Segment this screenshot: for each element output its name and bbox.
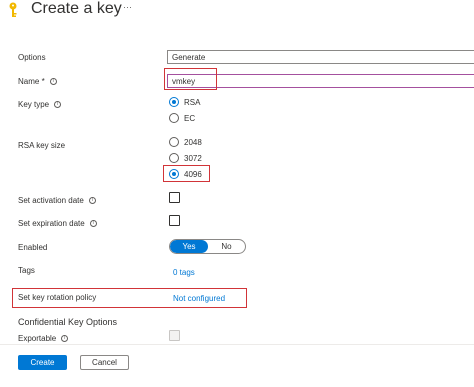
info-icon: i bbox=[54, 101, 62, 109]
rsa-3072-label: 3072 bbox=[184, 154, 202, 163]
rsa-2048-radio[interactable] bbox=[169, 137, 179, 147]
rsa-4096-highlight bbox=[163, 165, 210, 182]
activation-checkbox[interactable] bbox=[169, 192, 180, 203]
enabled-toggle[interactable]: Yes No bbox=[169, 239, 246, 254]
rsa-3072-radio[interactable] bbox=[169, 153, 179, 163]
key-type-label: Key type i bbox=[18, 100, 62, 109]
options-label: Options bbox=[18, 53, 46, 62]
info-icon: i bbox=[49, 78, 57, 86]
enabled-label: Enabled bbox=[18, 243, 48, 252]
rotation-label: Set key rotation policy bbox=[18, 293, 97, 302]
exportable-checkbox bbox=[169, 330, 180, 341]
tags-link[interactable]: 0 tags bbox=[173, 268, 195, 277]
rotation-link[interactable]: Not configured bbox=[173, 294, 225, 303]
create-button[interactable]: Create bbox=[18, 355, 67, 370]
tags-label: Tags bbox=[18, 266, 35, 275]
cancel-button[interactable]: Cancel bbox=[80, 355, 129, 370]
rsa-2048-label: 2048 bbox=[184, 138, 202, 147]
key-type-rsa-label: RSA bbox=[184, 98, 201, 107]
info-icon: i bbox=[61, 335, 69, 343]
info-icon: i bbox=[89, 220, 97, 228]
key-type-ec-radio[interactable] bbox=[169, 113, 179, 123]
enabled-no-option[interactable]: No bbox=[208, 240, 245, 253]
key-icon bbox=[6, 2, 20, 18]
confidential-heading: Confidential Key Options bbox=[18, 317, 118, 327]
more-options-button[interactable]: ··· bbox=[123, 2, 132, 12]
expiration-label: Set expiration date i bbox=[18, 219, 97, 228]
activation-label: Set activation date i bbox=[18, 196, 96, 205]
rsa-key-size-label: RSA key size bbox=[18, 141, 66, 150]
page-title: Create a key bbox=[31, 0, 122, 17]
info-icon: i bbox=[88, 197, 96, 205]
name-label: Name * i bbox=[18, 77, 57, 86]
enabled-yes-option[interactable]: Yes bbox=[170, 240, 208, 253]
key-type-ec-label: EC bbox=[184, 114, 196, 123]
name-highlight bbox=[164, 68, 217, 90]
exportable-label: Exportable i bbox=[18, 334, 69, 343]
footer-divider bbox=[0, 344, 474, 345]
key-type-rsa-radio[interactable] bbox=[169, 97, 179, 107]
options-dropdown[interactable]: Generate bbox=[167, 50, 474, 64]
expiration-checkbox[interactable] bbox=[169, 215, 180, 226]
